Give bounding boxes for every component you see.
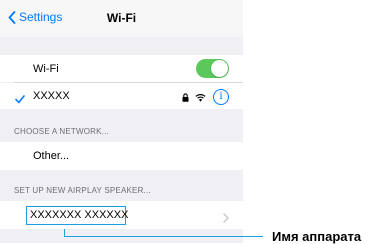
wifi-settings-screen: Settings Wi-Fi Wi-Fi XXXXX i CHOOSE A NE… [0,0,243,243]
checkmark-icon [15,91,25,109]
page-title: Wi-Fi [106,11,137,25]
wifi-signal-icon [195,93,206,102]
info-icon[interactable]: i [213,89,229,105]
wifi-toggle-row: Wi-Fi [0,55,243,82]
wifi-label: Wi-Fi [33,63,59,75]
airplay-header: SET UP NEW AIRPLAY SPEAKER... [14,186,151,195]
callout-line-horizontal [64,236,263,237]
toggle-knob [211,60,228,77]
other-network-row[interactable]: Other... [0,142,243,170]
wifi-toggle[interactable] [196,59,229,78]
choose-network-header: CHOOSE A NETWORK... [14,127,109,136]
connected-network-row[interactable]: XXXXX i [0,83,243,109]
callout-label: Имя аппарата [272,229,362,244]
network-status-icons: i [182,89,229,105]
navigation-bar: Settings Wi-Fi [0,0,243,37]
lock-icon [182,92,189,102]
other-network-label: Other... [33,150,70,162]
connected-network-name: XXXXX [33,90,70,102]
airplay-speaker-row[interactable]: XXXXXXX XXXXXX [0,201,243,229]
chevron-right-icon [223,210,229,228]
device-name: XXXXXXX XXXXXX [30,209,129,221]
